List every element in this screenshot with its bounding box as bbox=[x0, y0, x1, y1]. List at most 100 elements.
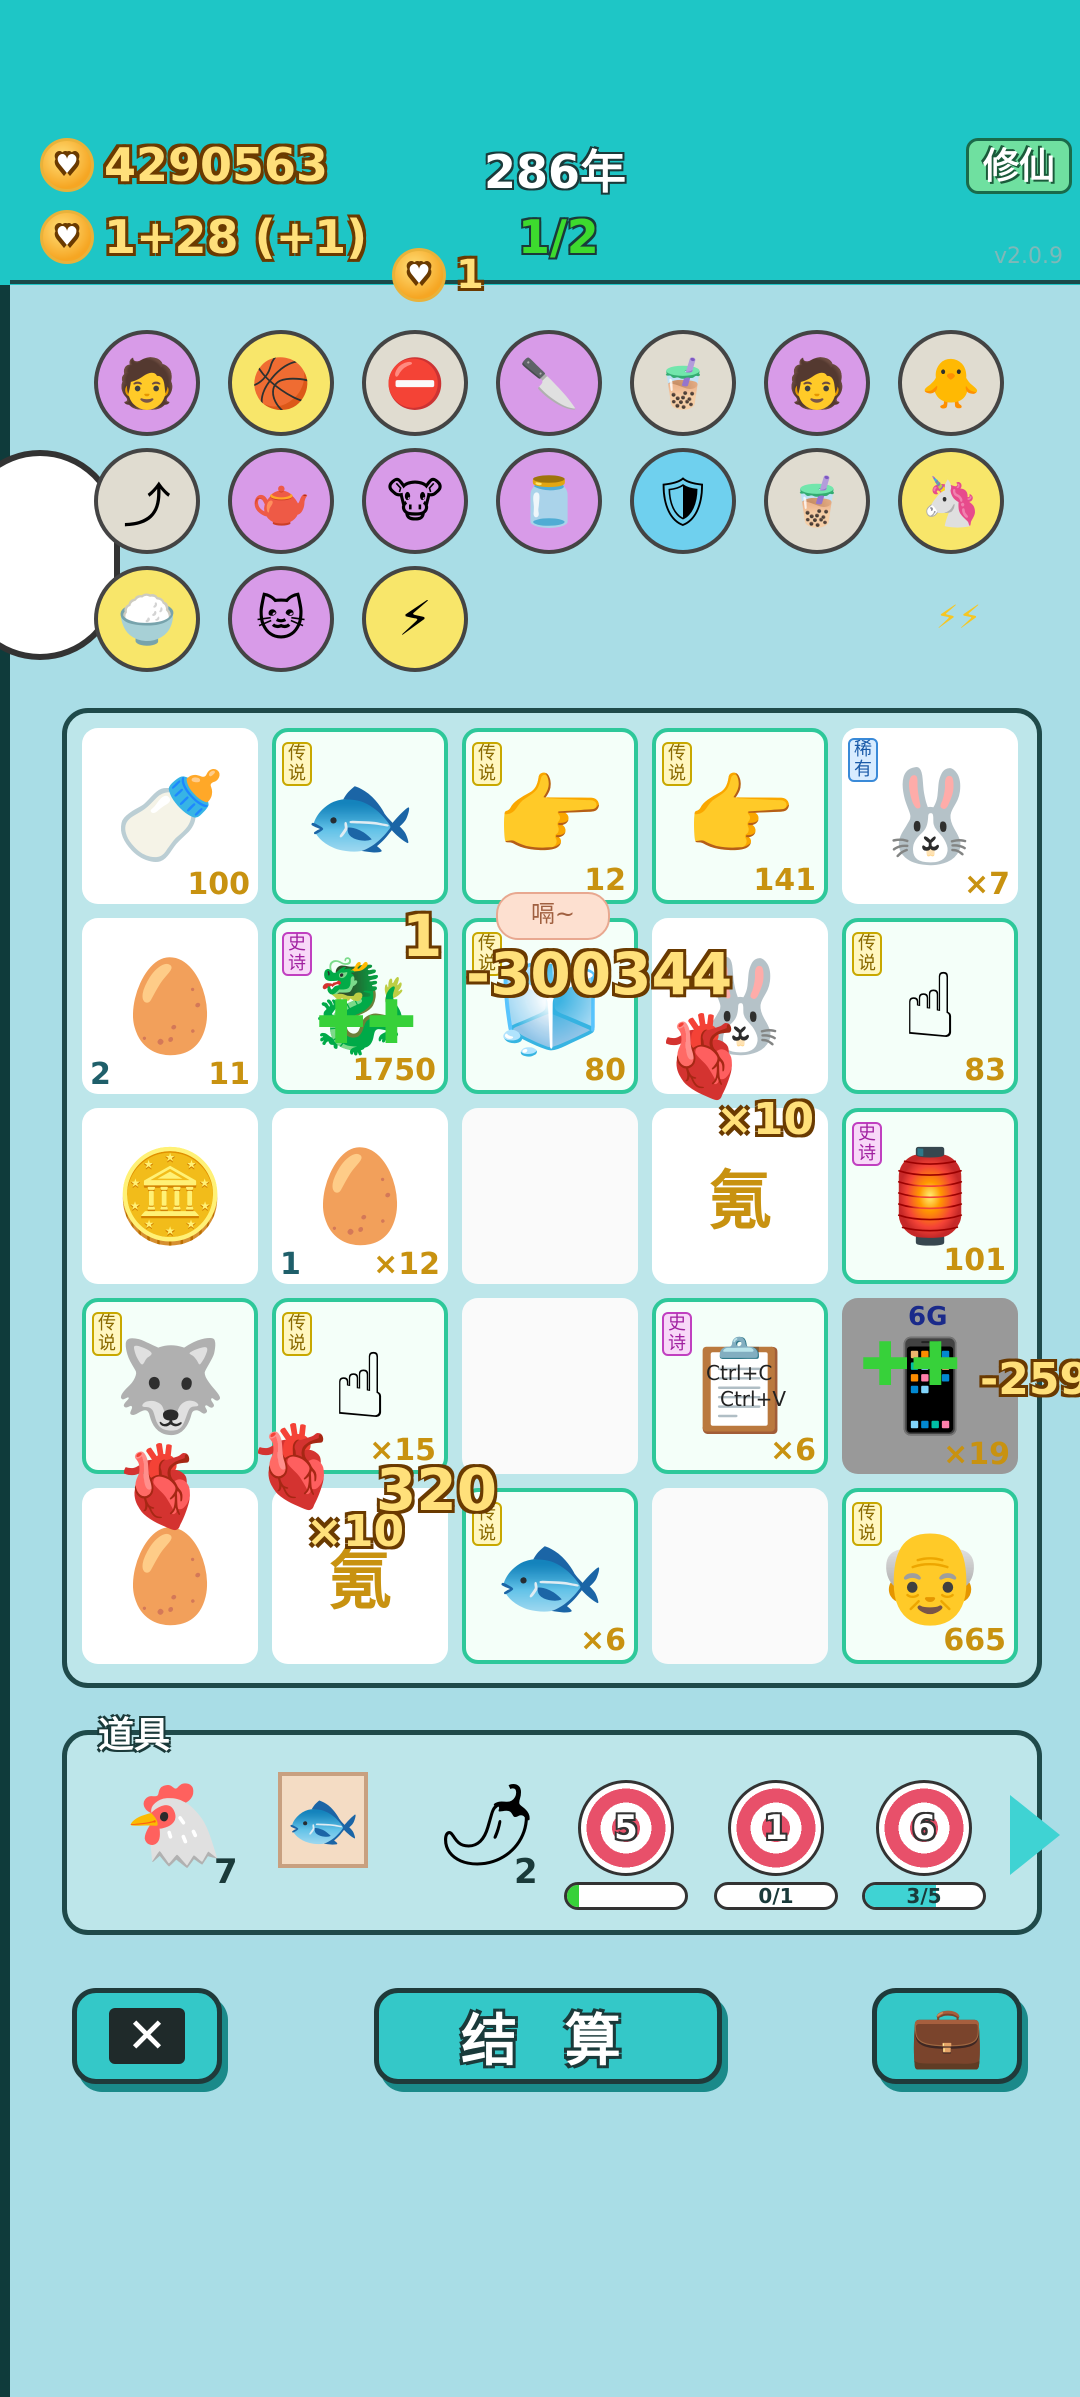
fish-frame-item-icon[interactable]: 🐟 bbox=[278, 1772, 368, 1868]
board-cell[interactable]: 🐰 稀有 ×7 bbox=[842, 728, 1018, 904]
cell-item-icon: 🥚 bbox=[113, 1523, 227, 1629]
board-cell[interactable] bbox=[652, 1488, 828, 1664]
cell-count: 665 bbox=[943, 1623, 1006, 1658]
board-cell[interactable]: 🥚 ×12 1 bbox=[272, 1108, 448, 1284]
liver-burst-icon: 🫀 bbox=[246, 1420, 346, 1513]
gold-display: 4290563 bbox=[40, 138, 328, 192]
rarity-badge: 史诗 bbox=[662, 1312, 692, 1356]
cultivate-button[interactable]: 修仙 bbox=[966, 138, 1072, 194]
pepper-item-count: 2 bbox=[514, 1852, 538, 1892]
close-button[interactable]: ✕ bbox=[72, 1988, 222, 2084]
target-value: 5 bbox=[614, 1808, 638, 1848]
float-damage: -2597 bbox=[980, 1354, 1080, 1405]
rarity-badge: 传说 bbox=[472, 742, 502, 786]
board-cell[interactable]: 🪙 bbox=[82, 1108, 258, 1284]
board-cell[interactable]: 👉 传说 12 bbox=[462, 728, 638, 904]
paste-label: Ctrl+V bbox=[720, 1387, 787, 1411]
rarity-badge: 传说 bbox=[282, 742, 312, 786]
board-cell[interactable]: 👉 传说 141 bbox=[652, 728, 828, 904]
unicorn-icon[interactable]: 🦄 bbox=[898, 448, 1004, 554]
income-value: 1+28 (+1) bbox=[104, 210, 368, 264]
cat-frame-icon[interactable]: 🐱 bbox=[228, 566, 334, 672]
cell-count: 11 bbox=[208, 1057, 250, 1092]
next-arrow-icon[interactable] bbox=[1010, 1795, 1060, 1875]
income-display: 1+28 (+1) bbox=[40, 210, 367, 264]
target-icon[interactable]: 1 bbox=[728, 1780, 824, 1876]
cell-item-icon: 🐟 bbox=[493, 1523, 607, 1629]
copy-label: Ctrl+C bbox=[706, 1361, 773, 1385]
basketballs-icon[interactable]: 🏀 bbox=[228, 330, 334, 436]
board-cell[interactable] bbox=[462, 1298, 638, 1474]
briefcase-button[interactable]: 💼 bbox=[872, 1988, 1022, 2084]
cell-item-icon: 🐟 bbox=[303, 763, 417, 869]
jar-icon[interactable]: 🫙 bbox=[496, 448, 602, 554]
target-icon[interactable]: 5 bbox=[578, 1780, 674, 1876]
rarity-badge: 传说 bbox=[852, 1502, 882, 1546]
liver-burst-icon: 🫀 bbox=[654, 1010, 754, 1103]
rarity-badge: 传说 bbox=[282, 1312, 312, 1356]
time-magazine-icon[interactable]: 🧑 bbox=[764, 330, 870, 436]
heal-plus-icon: ✚✚ bbox=[860, 1330, 961, 1400]
target-icon[interactable]: 6 bbox=[876, 1780, 972, 1876]
target-value: 1 bbox=[764, 1808, 788, 1848]
speech-bubble: 嗝~ bbox=[496, 892, 610, 940]
top-divider bbox=[10, 280, 1080, 284]
cell-item-icon: 🥚 bbox=[303, 1143, 417, 1249]
rarity-badge: 稀有 bbox=[848, 738, 878, 782]
gold-value: 4290563 bbox=[104, 138, 329, 192]
board-cell[interactable]: 🏮 史诗 101 bbox=[842, 1108, 1018, 1284]
left-edge-strip bbox=[0, 0, 10, 2397]
cell-count: 100 bbox=[187, 867, 250, 902]
lightning-icon[interactable]: ⚡ bbox=[362, 566, 468, 672]
stage-progress: 1/2 bbox=[518, 210, 599, 264]
board-cell[interactable]: 🐟 传说 bbox=[272, 728, 448, 904]
cell-item-icon: 🥚 bbox=[113, 953, 227, 1059]
chick-item-icon[interactable]: 🐔 bbox=[124, 1778, 224, 1872]
coin-popup-value: 1 bbox=[456, 252, 484, 298]
close-icon: ✕ bbox=[108, 2008, 186, 2064]
cell-item-icon: 🍼 bbox=[113, 763, 227, 869]
chick-egg-icon[interactable]: 🐥 bbox=[898, 330, 1004, 436]
target-progress-bar: 0/1 bbox=[714, 1882, 838, 1910]
heal-plus-icon: ✚✚ bbox=[316, 988, 417, 1058]
bubble-tea-icon[interactable]: 🧋 bbox=[630, 330, 736, 436]
cell-count: ×19 bbox=[943, 1437, 1010, 1472]
liver-burst-icon: 🫀 bbox=[112, 1440, 212, 1533]
items-title: 道具 bbox=[98, 1715, 171, 1756]
cell-item-icon: 🪙 bbox=[113, 1143, 227, 1249]
rarity-badge: 传说 bbox=[852, 932, 882, 976]
board-cell[interactable]: ☝ 传说 83 bbox=[842, 918, 1018, 1094]
rarity-badge: 传说 bbox=[662, 742, 692, 786]
no-entry-icon[interactable]: ⛔ bbox=[362, 330, 468, 436]
up-arrow-icon[interactable]: ⤴ bbox=[94, 448, 200, 554]
target-value: 6 bbox=[912, 1808, 936, 1848]
settle-button[interactable]: 结 算 bbox=[374, 1988, 722, 2084]
target-progress-bar: 3/5 bbox=[862, 1882, 986, 1910]
board-cell[interactable]: 🍼 100 bbox=[82, 728, 258, 904]
cell-item-icon: ☝ bbox=[902, 953, 958, 1059]
time-magazine-icon[interactable]: 🧑 bbox=[94, 330, 200, 436]
coin-icon bbox=[40, 210, 94, 264]
cell-item-icon: 氪 bbox=[708, 1165, 772, 1239]
cows-icon[interactable]: 🐮 bbox=[362, 448, 468, 554]
board-cell[interactable]: 🥚 11 2 bbox=[82, 918, 258, 1094]
cell-item-icon: 👴 bbox=[873, 1523, 987, 1629]
version-label: v2.0.9 bbox=[994, 244, 1063, 269]
bubble-tea-icon[interactable]: 🧋 bbox=[764, 448, 870, 554]
phone-signal-label: 6G bbox=[908, 1302, 948, 1332]
cell-item-icon: 👉 bbox=[683, 763, 797, 869]
board-cell[interactable]: 👴 传说 665 bbox=[842, 1488, 1018, 1664]
coin-popup: 1 bbox=[392, 248, 484, 302]
cell-level: 2 bbox=[90, 1057, 111, 1092]
float-coin-value: 1 bbox=[402, 902, 443, 970]
year-label: 286年 bbox=[484, 145, 627, 199]
gravy-boat-icon[interactable]: 🫖 bbox=[228, 448, 334, 554]
shield-wrench-icon[interactable]: 🛡 bbox=[630, 448, 736, 554]
cell-level: 1 bbox=[280, 1247, 301, 1282]
board-cell[interactable] bbox=[462, 1108, 638, 1284]
cell-count: 141 bbox=[753, 863, 816, 898]
rice-bowl-icon[interactable]: 🍚 bbox=[94, 566, 200, 672]
copy-paste-label: Ctrl+C Ctrl+V bbox=[706, 1360, 786, 1412]
cleaver-icon[interactable]: 🔪 bbox=[496, 330, 602, 436]
target-progress-bar bbox=[564, 1882, 688, 1910]
